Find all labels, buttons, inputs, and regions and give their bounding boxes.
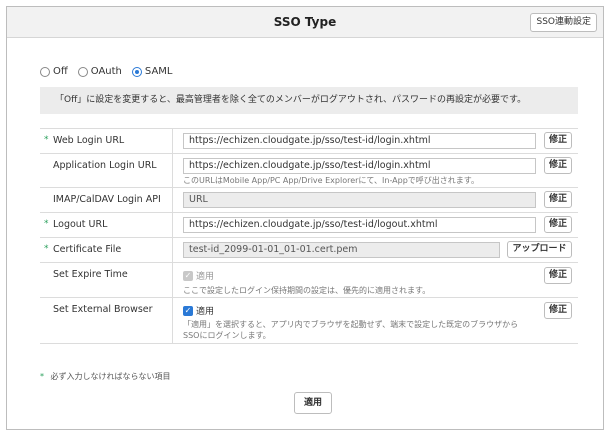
radio-saml-label: SAML <box>144 66 173 77</box>
checkmark-icon: ✓ <box>183 305 193 316</box>
row-imap-login-api: IMAP/CalDAV Login API URL 修正 <box>40 188 578 213</box>
row-app-login-url: Application Login URL https://echizen.cl… <box>40 154 578 188</box>
web-login-url-field[interactable]: https://echizen.cloudgate.jp/sso/test-id… <box>183 133 536 149</box>
off-warning-notice: 「Off」に設定を変更すると、最高管理者を除く全てのメンバーがログアウトされ、パ… <box>40 87 578 114</box>
external-browser-hint-line1: 「適用」を選択すると、アプリ内でブラウザを起動せず、端末で設定した既定のブラウザ… <box>183 320 519 329</box>
column-divider <box>172 298 173 343</box>
checkmark-icon: ✓ <box>183 270 193 281</box>
certificate-file-label: * Certificate File <box>40 238 172 262</box>
column-divider <box>172 129 173 153</box>
logout-url-edit-button[interactable]: 修正 <box>544 216 572 233</box>
external-browser-hint-line2: SSOにログインします。 <box>183 331 271 340</box>
required-footnote: * 必ず入力しなければならない項目 <box>40 371 171 382</box>
row-certificate-file: * Certificate File test-id_2099-01-01_01… <box>40 238 578 263</box>
imap-login-api-edit-button[interactable]: 修正 <box>544 191 572 208</box>
external-browser-edit-button[interactable]: 修正 <box>544 302 572 319</box>
radio-oauth-circle[interactable] <box>77 66 88 77</box>
row-expire-time: Set Expire Time ✓ 適用 修正 ここで設定したログイン保持期間の… <box>40 263 578 298</box>
external-browser-label: Set External Browser <box>40 298 172 343</box>
required-marker: * <box>44 135 49 145</box>
required-marker: * <box>44 219 49 229</box>
required-footnote-text: 必ず入力しなければならない項目 <box>50 372 171 381</box>
panel-header: SSO Type SSO連動設定 <box>7 7 603 38</box>
web-login-url-label: * Web Login URL <box>40 129 172 153</box>
column-divider <box>172 154 173 187</box>
column-divider <box>172 263 173 297</box>
radio-off-circle[interactable] <box>40 66 50 77</box>
radio-oauth[interactable]: OAuth <box>77 66 122 77</box>
web-login-url-label-text: Web Login URL <box>53 135 125 146</box>
radio-saml[interactable]: SAML <box>131 66 173 77</box>
required-marker: * <box>40 372 44 381</box>
column-divider <box>172 213 173 237</box>
certificate-file-field: test-id_2099-01-01_01-01.cert.pem <box>183 242 500 258</box>
radio-off[interactable]: Off <box>40 66 68 77</box>
expire-time-checkbox-label: 適用 <box>196 272 215 282</box>
expire-time-edit-button[interactable]: 修正 <box>544 267 572 284</box>
apply-button[interactable]: 適用 <box>294 392 332 414</box>
sso-settings-button[interactable]: SSO連動設定 <box>530 13 597 32</box>
expire-time-checkbox[interactable]: ✓ 適用 <box>183 269 214 282</box>
app-login-url-hint: このURLはMobile App/PC App/Drive Explorerにて… <box>183 176 480 185</box>
sso-type-radio-group: Off OAuth SAML <box>40 66 172 77</box>
external-browser-label-text: Set External Browser <box>53 304 153 315</box>
external-browser-checkbox-label: 適用 <box>196 307 215 317</box>
logout-url-label-text: Logout URL <box>53 219 108 230</box>
web-login-url-edit-button[interactable]: 修正 <box>544 132 572 149</box>
external-browser-checkbox[interactable]: ✓ 適用 <box>183 304 214 317</box>
expire-time-hint: ここで設定したログイン保持期間の設定は、優先的に適用されます。 <box>183 286 431 295</box>
certificate-file-label-text: Certificate File <box>53 244 122 255</box>
certificate-upload-button[interactable]: アップロード <box>507 241 572 258</box>
radio-saml-circle[interactable] <box>131 66 142 77</box>
page-title: SSO Type <box>273 15 337 29</box>
imap-login-api-label-text: IMAP/CalDAV Login API <box>53 194 161 205</box>
expire-time-label: Set Expire Time <box>40 263 172 297</box>
app-login-url-edit-button[interactable]: 修正 <box>544 157 572 174</box>
sso-settings-panel: SSO Type SSO連動設定 Off OAuth SAML 「Off」に設定… <box>6 6 604 430</box>
row-web-login-url: * Web Login URL https://echizen.cloudgat… <box>40 129 578 154</box>
app-login-url-label-text: Application Login URL <box>53 160 157 171</box>
logout-url-field[interactable]: https://echizen.cloudgate.jp/sso/test-id… <box>183 217 536 233</box>
radio-off-label: Off <box>53 66 68 77</box>
expire-time-label-text: Set Expire Time <box>53 269 128 280</box>
logout-url-label: * Logout URL <box>40 213 172 237</box>
row-logout-url: * Logout URL https://echizen.cloudgate.j… <box>40 213 578 238</box>
row-external-browser: Set External Browser ✓ 適用 修正 「適用」を選択すると、… <box>40 298 578 344</box>
radio-oauth-label: OAuth <box>90 66 122 77</box>
app-login-url-label: Application Login URL <box>40 154 172 187</box>
column-divider <box>172 188 173 212</box>
imap-login-api-field[interactable]: URL <box>183 192 536 208</box>
app-login-url-field[interactable]: https://echizen.cloudgate.jp/sso/test-id… <box>183 158 536 174</box>
sso-settings-table: * Web Login URL https://echizen.cloudgat… <box>40 128 578 344</box>
imap-login-api-label: IMAP/CalDAV Login API <box>40 188 172 212</box>
required-marker: * <box>44 244 49 254</box>
column-divider <box>172 238 173 262</box>
